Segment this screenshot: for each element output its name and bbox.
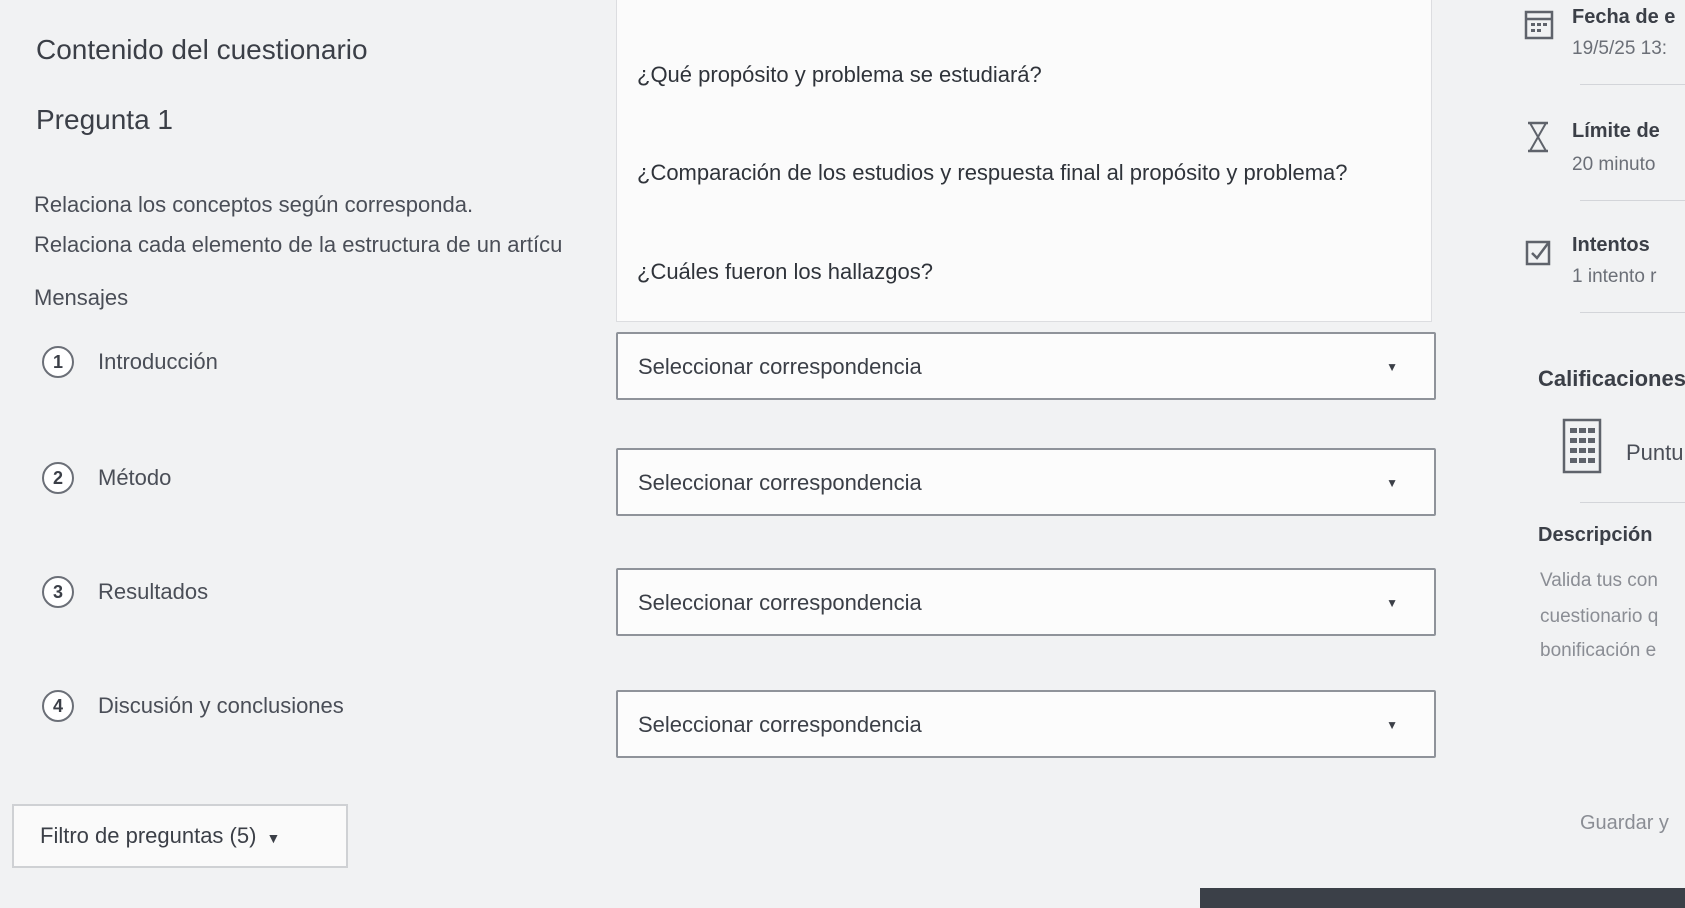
term-row: 3 Resultados [42,572,208,612]
divider [1580,200,1685,201]
term-label: Discusión y conclusiones [98,693,344,718]
attempts-title: Intentos [1572,234,1650,256]
select-value: Seleccionar correspondencia [638,712,922,737]
term-number: 3 [42,576,74,608]
term-label: Método [98,465,172,490]
divider [1580,84,1685,85]
term-label: Resultados [98,579,209,604]
filter-label: Filtro de preguntas (5) [40,823,257,848]
calculator-icon [1562,418,1602,478]
messages-label: Mensajes [34,285,129,310]
term-number: 4 [42,690,74,722]
hourglass-icon [1524,120,1552,158]
caret-down-icon: ▼ [1386,596,1398,610]
description-heading: Descripción [1538,524,1653,546]
question-instruction-detail: Relaciona cada elemento de la estructura… [34,232,563,257]
term-label: Introducción [98,349,218,374]
time-limit-value: 20 minuto [1572,154,1656,175]
page-title: Contenido del cuestionario [36,34,368,65]
question-filter-button[interactable]: Filtro de preguntas (5) ▼ [12,804,348,868]
answer-options-panel: ¿Qué propósito y problema se estudiará? … [616,0,1432,322]
calendar-icon [1524,8,1554,44]
answer-option: ¿Cuáles fueron los hallazgos? [637,259,933,284]
save-and-submit-link[interactable]: Guardar y [1580,812,1669,835]
match-select-4[interactable]: Seleccionar correspondencia ▼ [616,690,1436,758]
divider [1580,502,1685,503]
caret-down-icon: ▼ [1386,360,1398,374]
caret-down-icon: ▼ [1386,718,1398,732]
select-value: Seleccionar correspondencia [638,354,922,379]
term-row: 4 Discusión y conclusiones [42,686,344,726]
grades-heading: Calificaciones [1538,366,1685,391]
checkbox-icon [1524,236,1554,272]
description-text: cuestionario q [1540,606,1659,627]
term-row: 1 Introducción [42,342,218,382]
term-number: 2 [42,462,74,494]
question-heading: Pregunta 1 [36,104,173,135]
window-bottom-edge [1200,888,1685,908]
due-date-title: Fecha de e [1572,6,1676,28]
match-select-3[interactable]: Seleccionar correspondencia ▼ [616,568,1436,636]
points-label: Puntu [1626,440,1684,465]
term-row: 2 Método [42,458,171,498]
select-value: Seleccionar correspondencia [638,590,922,615]
caret-down-icon: ▼ [266,830,281,846]
answer-option: ¿Qué propósito y problema se estudiará? [637,62,1042,87]
select-value: Seleccionar correspondencia [638,470,922,495]
quiz-info-sidebar: Fecha de e 19/5/25 13: Límite de 20 minu… [1500,0,1685,908]
match-select-2[interactable]: Seleccionar correspondencia ▼ [616,448,1436,516]
description-text: Valida tus con [1540,570,1658,591]
attempts-value: 1 intento r [1572,266,1657,287]
match-select-1[interactable]: Seleccionar correspondencia ▼ [616,332,1436,400]
time-limit-title: Límite de [1572,120,1660,142]
divider [1580,312,1685,313]
caret-down-icon: ▼ [1386,476,1398,490]
question-instruction: Relaciona los conceptos según correspond… [34,192,474,217]
term-number: 1 [42,346,74,378]
due-date-value: 19/5/25 13: [1572,38,1668,59]
answer-option: ¿Comparación de los estudios y respuesta… [637,160,1348,185]
description-text: bonificación e [1540,640,1657,661]
